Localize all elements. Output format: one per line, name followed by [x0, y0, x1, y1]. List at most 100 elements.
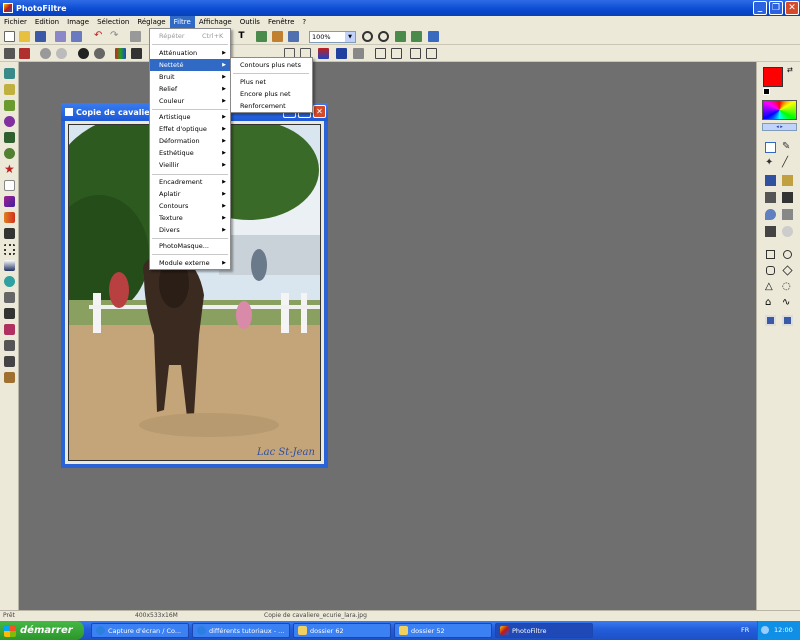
language-indicator[interactable]: FR — [741, 626, 749, 634]
fullscreen-icon[interactable] — [428, 31, 439, 42]
menu-item-relief[interactable]: Relief ▶ — [150, 83, 230, 95]
eyedropper-icon[interactable]: ✎ — [782, 142, 793, 153]
menu-item-encadrement[interactable]: Encadrement ▶ — [150, 176, 230, 188]
color-balance-icon[interactable] — [115, 48, 126, 59]
menu-help[interactable]: ? — [298, 16, 310, 28]
print-icon[interactable] — [55, 31, 66, 42]
triangle-shape-icon[interactable]: △ — [765, 282, 776, 293]
copy-icon[interactable] — [130, 31, 141, 42]
menu-item-artistique[interactable]: Artistique ▶ — [150, 111, 230, 123]
brush-icon[interactable] — [4, 228, 15, 239]
menu-item-nettete[interactable]: Netteté ▶ — [150, 59, 230, 71]
inverse-selection-icon[interactable] — [782, 315, 793, 326]
zoom-select[interactable]: 100% ▼ — [309, 31, 356, 43]
window-icon[interactable] — [288, 31, 299, 42]
zoom-out-icon[interactable] — [378, 31, 389, 42]
clock[interactable]: 12:00 — [774, 626, 793, 634]
menu-item-aplatir[interactable]: Aplatir ▶ — [150, 188, 230, 200]
menu-item-couleur[interactable]: Couleur ▶ — [150, 95, 230, 107]
rotate-left-icon[interactable] — [410, 48, 421, 59]
submenu-item-encore-plus-net[interactable]: Encore plus net — [231, 88, 312, 100]
start-button[interactable]: démarrer — [0, 621, 84, 640]
pattern-icon[interactable] — [4, 212, 15, 223]
taskbar-item-dossier-52[interactable]: dossier 52 — [394, 623, 492, 638]
palette-scroll[interactable]: ◂ ▸ — [762, 123, 797, 131]
advanced-brush-icon[interactable] — [782, 192, 793, 203]
color-palette[interactable] — [762, 100, 797, 120]
contrast-icon[interactable] — [56, 48, 67, 59]
menu-filtre[interactable]: Filtre — [169, 16, 195, 28]
foreground-color-swatch[interactable] — [763, 67, 783, 87]
submenu-item-plus-net[interactable]: Plus net — [231, 76, 312, 88]
lasso-shape-icon[interactable]: ◌ — [782, 282, 793, 293]
stamp-icon[interactable] — [765, 226, 776, 237]
line-tool-icon[interactable]: ╱ — [782, 158, 793, 169]
effect-icon[interactable] — [4, 324, 15, 335]
menu-item-divers[interactable]: Divers ▶ — [150, 224, 230, 236]
brightness-icon[interactable] — [40, 48, 51, 59]
gradient-fill-icon[interactable] — [4, 196, 15, 207]
menu-item-contours[interactable]: Contours ▶ — [150, 200, 230, 212]
new-icon[interactable] — [4, 31, 15, 42]
taskbar-item-dossier-62[interactable]: dossier 62 — [293, 623, 391, 638]
doc-close-button[interactable]: ✕ — [313, 105, 326, 118]
flip-horizontal-icon[interactable] — [375, 48, 386, 59]
menu-item-photomasque[interactable]: PhotoMasque... — [150, 240, 230, 252]
taskbar-item-capture[interactable]: Capture d'écran / Co... — [91, 623, 189, 638]
menu-item-attenuation[interactable]: Atténuation ▶ — [150, 47, 230, 59]
save-icon[interactable] — [35, 31, 46, 42]
restore-button[interactable]: ❐ — [769, 1, 783, 15]
copy-paste-icon[interactable] — [4, 84, 15, 95]
canvas-size-icon[interactable] — [19, 48, 30, 59]
menu-selection[interactable]: Sélection — [93, 16, 133, 28]
rotate-right-icon[interactable] — [426, 48, 437, 59]
batch-icon[interactable] — [4, 340, 15, 351]
module-icon[interactable] — [4, 68, 15, 79]
menu-item-effet-optique[interactable]: Effet d'optique ▶ — [150, 123, 230, 135]
menu-fichier[interactable]: Fichier — [0, 16, 31, 28]
export-icon[interactable] — [4, 372, 15, 383]
blur-drop-icon[interactable] — [765, 209, 776, 220]
brush-tool-icon[interactable] — [765, 192, 776, 203]
image-icon[interactable] — [256, 31, 267, 42]
menu-edition[interactable]: Edition — [31, 16, 63, 28]
menu-item-deformation[interactable]: Déformation ▶ — [150, 135, 230, 147]
text-tool-icon[interactable]: T — [236, 31, 247, 42]
bezier-shape-icon[interactable]: ∿ — [782, 298, 793, 309]
histogram-icon[interactable] — [4, 260, 15, 271]
submenu-item-contours-plus-nets[interactable]: Contours plus nets — [231, 59, 312, 71]
shadow-icon[interactable] — [353, 48, 364, 59]
diamond-shape-icon[interactable] — [782, 265, 793, 276]
menu-fenetre[interactable]: Fenêtre — [264, 16, 298, 28]
rounded-rect-shape-icon[interactable] — [766, 266, 775, 275]
menu-item-esthetique[interactable]: Esthétique ▶ — [150, 147, 230, 159]
menu-item-bruit[interactable]: Bruit ▶ — [150, 71, 230, 83]
menu-item-vieillir[interactable]: Vieillir ▶ — [150, 159, 230, 171]
menu-reglage[interactable]: Réglage — [133, 16, 169, 28]
hand-icon[interactable] — [272, 31, 283, 42]
spray-icon[interactable] — [782, 175, 793, 186]
magic-wand-icon[interactable]: ✦ — [765, 158, 776, 169]
smudge-icon[interactable] — [782, 209, 793, 220]
frame-icon[interactable] — [336, 48, 347, 59]
flip-vertical-icon[interactable] — [391, 48, 402, 59]
swap-colors-icon[interactable]: ⇄ — [787, 66, 793, 74]
network-icon[interactable] — [761, 626, 769, 634]
fill-bucket-icon[interactable] — [765, 175, 776, 186]
nature-icon[interactable] — [4, 132, 15, 143]
symmetry-icon[interactable] — [4, 244, 15, 255]
taskbar-item-tutoriaux[interactable]: différents tutoriaux - ... — [192, 623, 290, 638]
image-size-icon[interactable] — [4, 48, 15, 59]
mask-icon[interactable] — [4, 100, 15, 111]
fit-window-icon[interactable] — [395, 31, 406, 42]
page-icon[interactable] — [4, 180, 15, 191]
gamma-light-icon[interactable] — [94, 48, 105, 59]
submenu-item-renforcement[interactable]: Renforcement — [231, 100, 312, 112]
menu-item-texture[interactable]: Texture ▶ — [150, 212, 230, 224]
star-icon[interactable]: ★ — [4, 163, 15, 175]
gamma-dark-icon[interactable] — [78, 48, 89, 59]
zoom-in-icon[interactable] — [362, 31, 373, 42]
redo-icon[interactable]: ↷ — [110, 31, 121, 42]
undo-icon[interactable]: ↶ — [94, 31, 105, 42]
grayscale-icon[interactable] — [131, 48, 142, 59]
